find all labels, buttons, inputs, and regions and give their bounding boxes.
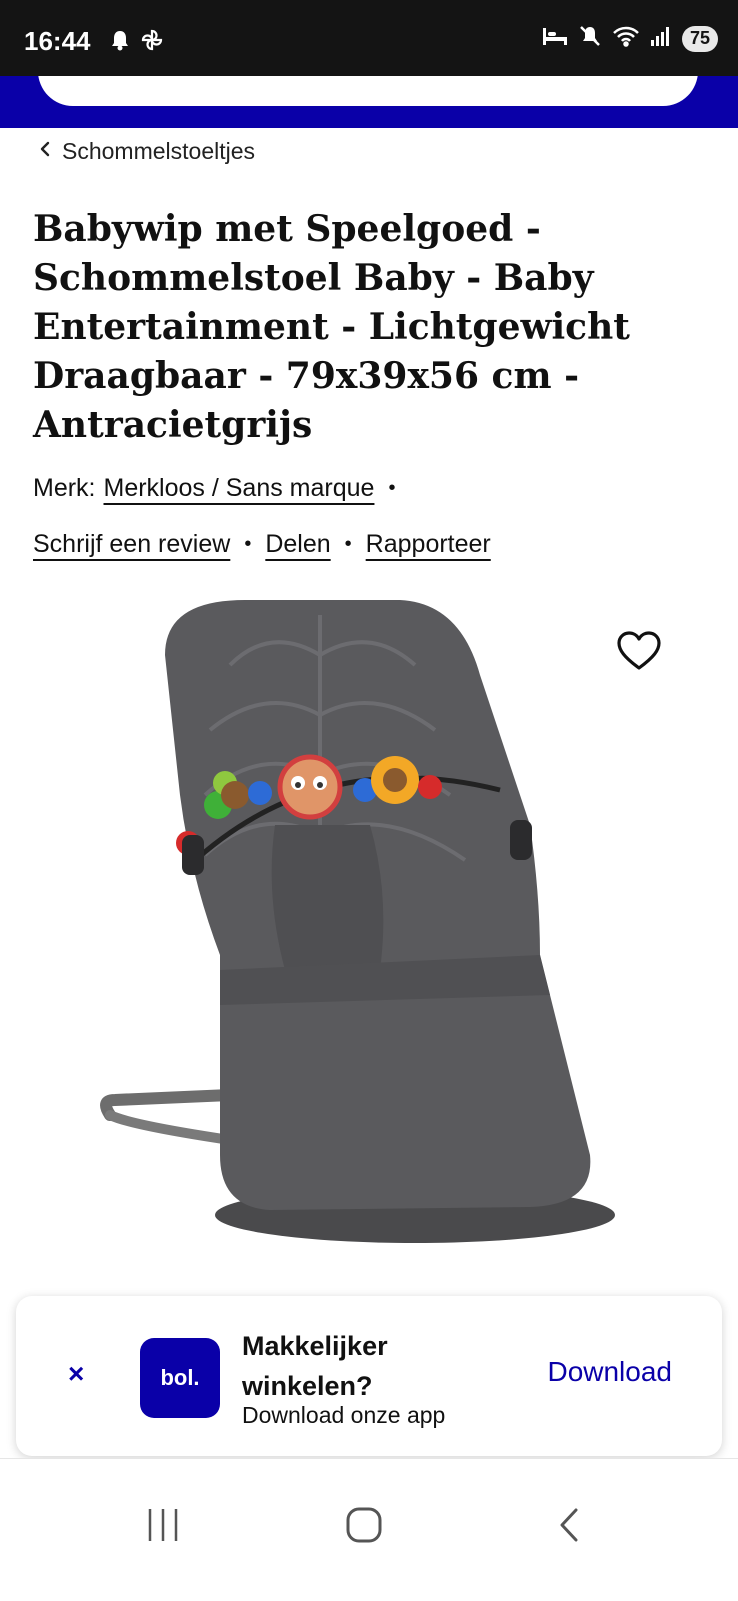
product-title: Babywip met Speelgoed - Schommelstoel Ba… <box>33 208 630 446</box>
separator-dot: • <box>244 533 252 555</box>
product-image[interactable] <box>70 595 670 1275</box>
battery-icon: 75 <box>681 25 718 52</box>
wifi-icon <box>612 25 640 52</box>
app-promo-banner: × bol. Makkelijker winkelen? Download on… <box>16 1296 722 1456</box>
close-icon[interactable]: × <box>68 1358 84 1390</box>
separator-dot: • <box>388 477 396 499</box>
bol-logo: bol. <box>140 1338 220 1418</box>
brand-link[interactable]: Merkloos / Sans marque <box>104 474 375 503</box>
share-link[interactable]: Delen <box>265 530 330 559</box>
download-button[interactable]: Download <box>547 1356 672 1388</box>
battery-level: 75 <box>689 28 710 48</box>
favorite-button[interactable] <box>616 630 662 677</box>
bed-icon <box>542 25 568 52</box>
status-bar: 16:44 75 <box>0 0 738 76</box>
status-time: 16:44 <box>24 26 91 56</box>
signal-icon <box>650 25 672 52</box>
search-bar[interactable] <box>38 76 698 106</box>
write-review-link[interactable]: Schrijf een review <box>33 530 230 559</box>
breadcrumb[interactable]: Schommelstoeltjes <box>38 138 255 165</box>
bell-icon <box>110 29 130 56</box>
recent-apps-icon[interactable] <box>146 1507 180 1548</box>
mute-icon <box>578 24 602 53</box>
pinwheel-icon <box>140 28 164 57</box>
brand-label: Merk: <box>33 474 96 502</box>
logo-text: bol. <box>160 1365 200 1390</box>
report-link[interactable]: Rapporteer <box>366 530 491 559</box>
navigation-bar <box>0 1458 738 1601</box>
home-icon[interactable] <box>346 1507 382 1548</box>
back-icon[interactable] <box>556 1507 582 1548</box>
heart-icon <box>616 631 662 676</box>
separator-dot: • <box>344 533 352 555</box>
breadcrumb-label[interactable]: Schommelstoeltjes <box>62 138 255 165</box>
site-header <box>0 76 738 128</box>
chevron-left-icon <box>38 140 52 163</box>
promo-title: Makkelijker winkelen? <box>242 1331 388 1401</box>
promo-subtitle: Download onze app <box>242 1402 446 1428</box>
product-actions: Schrijf een review • Delen • Rapporteer <box>33 530 491 559</box>
brand-row: Merk: Merkloos / Sans marque • <box>33 474 409 503</box>
